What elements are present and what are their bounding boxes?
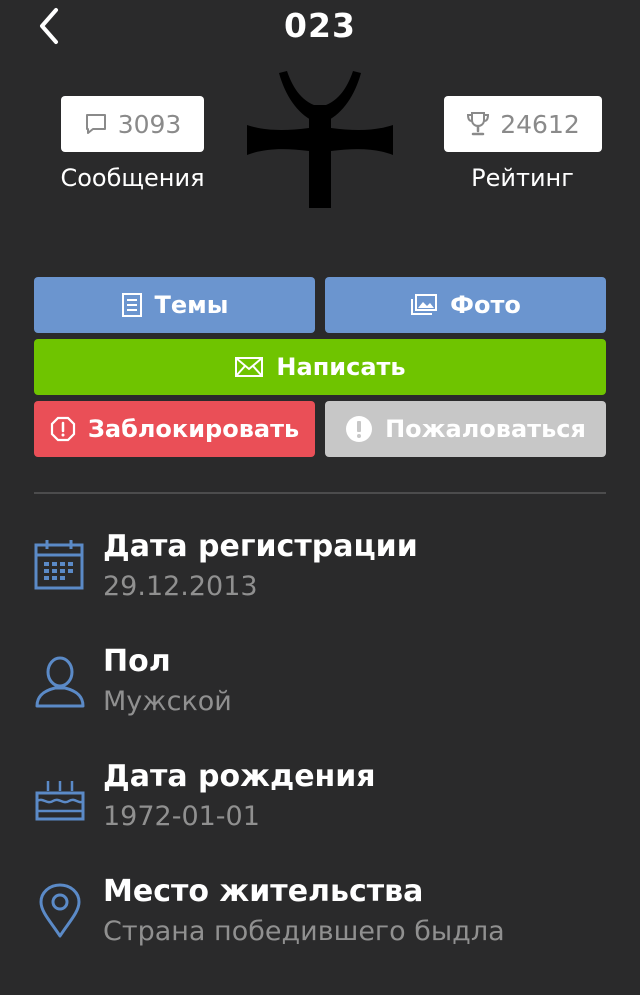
messages-label: Сообщения [60, 164, 205, 192]
gender-title: Пол [103, 644, 171, 679]
photos-icon [411, 294, 438, 315]
page-title: 023 [284, 6, 356, 45]
envelope-icon [235, 357, 264, 377]
messages-count: 3093 [117, 109, 182, 139]
registration-date-value: 29.12.2013 [103, 571, 258, 602]
avatar-symbol-icon [247, 71, 393, 208]
write-message-button[interactable]: Написать [34, 339, 606, 395]
topics-button-label: Темы [154, 291, 229, 319]
registration-date-title: Дата регистрации [103, 529, 418, 564]
gender-value: Мужской [103, 686, 232, 717]
photo-button[interactable]: Фото [325, 277, 606, 333]
rating-count: 24612 [500, 109, 580, 139]
trophy-icon [467, 112, 490, 136]
info-row-birthday: Дата рождения 1972-01-01 [0, 759, 640, 849]
location-title: Место жительства [103, 874, 424, 909]
block-button-label: Заблокировать [87, 415, 300, 443]
info-row-gender: Пол Мужской [0, 644, 640, 734]
header: 023 [0, 0, 640, 56]
cake-icon [35, 781, 85, 821]
messages-count-box[interactable]: 3093 [61, 96, 204, 152]
block-button[interactable]: Заблокировать [34, 401, 315, 457]
topics-button[interactable]: Темы [34, 277, 315, 333]
rating-count-box[interactable]: 24612 [444, 96, 602, 152]
divider [34, 492, 606, 494]
calendar-icon [34, 540, 84, 590]
rating-label: Рейтинг [471, 164, 574, 192]
info-row-location: Место жительства Страна победившего быдл… [0, 874, 640, 964]
report-button[interactable]: Пожаловаться [325, 401, 606, 457]
user-icon [35, 656, 85, 708]
report-button-label: Пожаловаться [385, 415, 586, 443]
stop-octagon-icon [50, 416, 75, 442]
location-pin-icon [39, 883, 81, 938]
speech-bubble-icon [85, 114, 106, 134]
location-value: Страна победившего быдла [103, 916, 505, 947]
birthday-title: Дата рождения [103, 759, 376, 794]
info-row-registration: Дата регистрации 29.12.2013 [0, 529, 640, 619]
photo-button-label: Фото [450, 291, 521, 319]
document-icon [121, 293, 142, 317]
avatar [245, 65, 395, 210]
write-message-button-label: Написать [276, 353, 406, 381]
birthday-value: 1972-01-01 [103, 801, 260, 832]
exclamation-circle-icon [346, 416, 373, 442]
